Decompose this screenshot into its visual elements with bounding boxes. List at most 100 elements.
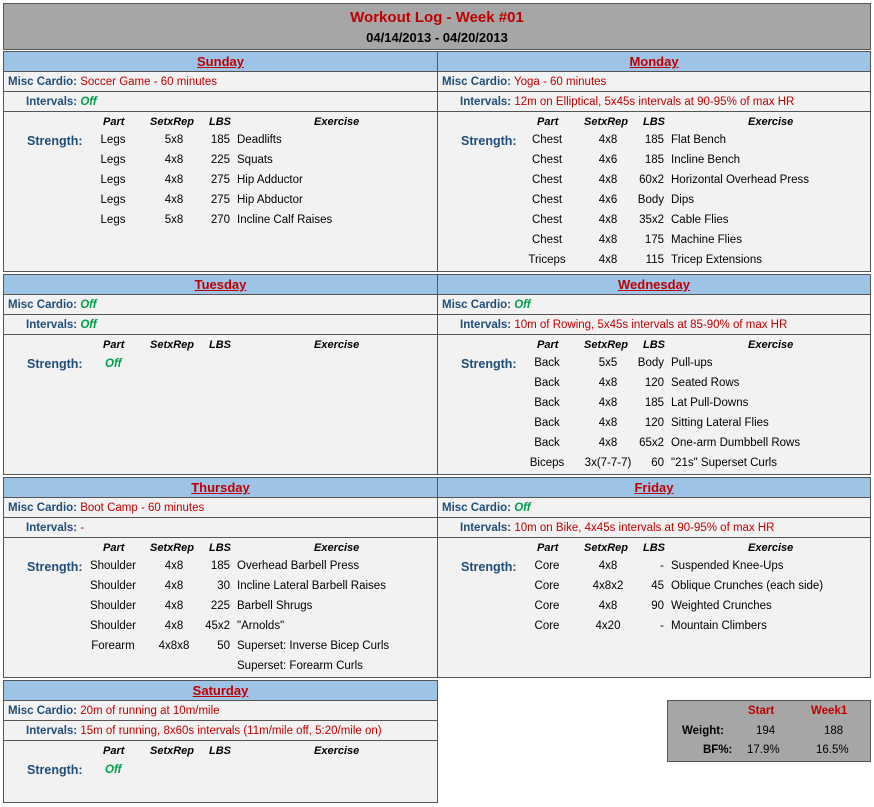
exercise-name: Flat Bench xyxy=(671,134,726,146)
exercise-lbs: Body xyxy=(637,357,664,369)
day-header: Friday xyxy=(438,478,870,498)
exercise-setxrep: 4x8 xyxy=(598,417,618,429)
intervals-label: Intervals: xyxy=(26,522,78,534)
exercise-lbs: 275 xyxy=(210,174,230,186)
exercise-lbs: 225 xyxy=(210,154,230,166)
exercise-lbs: 175 xyxy=(644,234,664,246)
exercise-lbs: 185 xyxy=(644,397,664,409)
exercise-name: Superset: Forearm Curls xyxy=(237,660,363,672)
exercise-lbs: 50 xyxy=(217,640,230,652)
exercise-name: "Arnolds" xyxy=(237,620,285,632)
intervals-label: Intervals: xyxy=(460,319,512,331)
exercise-part: Legs xyxy=(100,154,126,166)
exercise-name: Mountain Climbers xyxy=(671,620,767,632)
strength-section: Part SetxRep LBS Exercise Strength: Chest 4x8 1… xyxy=(438,112,870,271)
exercise-setxrep: 4x6 xyxy=(598,194,618,206)
exercise-lbs: 185 xyxy=(210,134,230,146)
day-header: Monday xyxy=(438,52,870,72)
intervals-row: Intervals: 12m on Elliptical, 5x45s inte… xyxy=(438,92,870,112)
misc-cardio-value: Off xyxy=(514,299,531,311)
intervals-value: Off xyxy=(80,96,97,108)
strength-label: Strength: xyxy=(461,357,517,371)
strength-section: Part SetxRep LBS Exercise Strength: Off xyxy=(4,335,437,474)
exercise-name: Lat Pull-Downs xyxy=(671,397,749,409)
exercise-name: Weighted Crunches xyxy=(671,600,772,612)
col-header-lbs: LBS xyxy=(209,542,231,554)
exercise-setxrep: 5x5 xyxy=(598,357,618,369)
exercise-setxrep: 4x8 xyxy=(164,600,184,612)
day-panel-saturday: Saturday Misc Cardio: 20m of running at 1… xyxy=(3,680,438,803)
exercise-part: Back xyxy=(534,417,560,429)
intervals-label: Intervals: xyxy=(26,96,78,108)
col-header-part: Part xyxy=(537,116,559,128)
col-header-lbs: LBS xyxy=(209,339,231,351)
strength-label: Strength: xyxy=(461,134,517,148)
exercise-setxrep: 4x8 xyxy=(164,154,184,166)
stats-weight-label: Weight: xyxy=(682,725,724,737)
col-header-setxrep: SetxRep xyxy=(150,542,195,554)
exercise-name: Dips xyxy=(671,194,695,206)
exercise-lbs: 45x2 xyxy=(205,620,230,632)
exercise-part: Chest xyxy=(531,234,563,246)
col-header-lbs: LBS xyxy=(209,745,231,757)
day-panel-tuesday: Tuesday Misc Cardio: Off Intervals: Off Par… xyxy=(3,274,438,475)
col-header-lbs: LBS xyxy=(209,116,231,128)
col-header-part: Part xyxy=(103,745,125,757)
exercise-part: Legs xyxy=(100,174,126,186)
exercise-setxrep: 5x8 xyxy=(164,134,184,146)
misc-cardio-value: Off xyxy=(80,299,97,311)
stats-weight-week1: 188 xyxy=(824,725,844,737)
exercise-name: Machine Flies xyxy=(671,234,742,246)
exercise-name: Suspended Knee-Ups xyxy=(671,560,784,572)
exercise-setxrep: 4x8 xyxy=(598,600,618,612)
exercise-name: Seated Rows xyxy=(671,377,740,389)
day-name: Wednesday xyxy=(617,277,690,292)
exercise-name: Tricep Extensions xyxy=(671,254,762,266)
stats-col-week1: Week1 xyxy=(811,705,848,717)
day-name: Saturday xyxy=(192,683,249,698)
exercise-setxrep: 4x6 xyxy=(598,154,618,166)
misc-cardio-value: Soccer Game - 60 minutes xyxy=(80,76,217,88)
exercise-name: Barbell Shrugs xyxy=(237,600,313,612)
exercise-part: Forearm xyxy=(91,640,135,652)
col-header-part: Part xyxy=(537,339,559,351)
day-name: Thursday xyxy=(191,480,250,495)
day-header: Sunday xyxy=(4,52,437,72)
exercise-part: Shoulder xyxy=(89,580,137,592)
stats-bf-start: 17.9% xyxy=(747,744,780,756)
intervals-row: Intervals: Off xyxy=(4,315,437,335)
day-header: Tuesday xyxy=(4,275,437,295)
col-header-setxrep: SetxRep xyxy=(584,116,629,128)
exercise-setxrep: 4x8x8 xyxy=(158,640,190,652)
strength-section: Part SetxRep LBS Exercise Strength: Core 4x8- S… xyxy=(438,538,870,677)
col-header-setxrep: SetxRep xyxy=(150,116,195,128)
col-header-exercise: Exercise xyxy=(748,542,794,554)
exercise-lbs: 90 xyxy=(651,600,664,612)
day-name: Monday xyxy=(629,54,679,69)
day-name: Friday xyxy=(634,480,674,495)
exercise-part: Legs xyxy=(100,194,126,206)
col-header-part: Part xyxy=(103,339,125,351)
exercise-part: Shoulder xyxy=(89,560,137,572)
intervals-label: Intervals: xyxy=(460,96,512,108)
intervals-value: - xyxy=(80,522,85,534)
exercise-part: Shoulder xyxy=(89,620,137,632)
day-panel-monday: Monday Misc Cardio: Yoga - 60 minutes Inte… xyxy=(437,51,871,272)
intervals-value: 10m of Rowing, 5x45s intervals at 85-90%… xyxy=(514,319,788,331)
col-header-exercise: Exercise xyxy=(314,339,360,351)
exercise-part: Chest xyxy=(531,174,563,186)
exercise-name: Overhead Barbell Press xyxy=(237,560,360,572)
exercise-part: Chest xyxy=(531,134,563,146)
intervals-value: 12m on Elliptical, 5x45s intervals at 90… xyxy=(514,96,795,108)
day-panel-friday: Friday Misc Cardio: Off Intervals: 10m on … xyxy=(437,477,871,678)
exercise-setxrep: 4x8 xyxy=(598,254,618,266)
exercise-part: Chest xyxy=(531,194,563,206)
intervals-value: 15m of running, 8x60s intervals (11m/mil… xyxy=(80,725,382,737)
exercise-part: Back xyxy=(534,437,560,449)
exercise-part: Back xyxy=(534,397,560,409)
stats-col-start: Start xyxy=(748,705,775,717)
log-date-range: 04/14/2013 - 04/20/2013 xyxy=(366,30,508,45)
log-title: Workout Log - Week #01 xyxy=(350,9,524,26)
exercise-part: Core xyxy=(534,560,560,572)
exercise-name: Superset: Inverse Bicep Curls xyxy=(237,640,390,652)
